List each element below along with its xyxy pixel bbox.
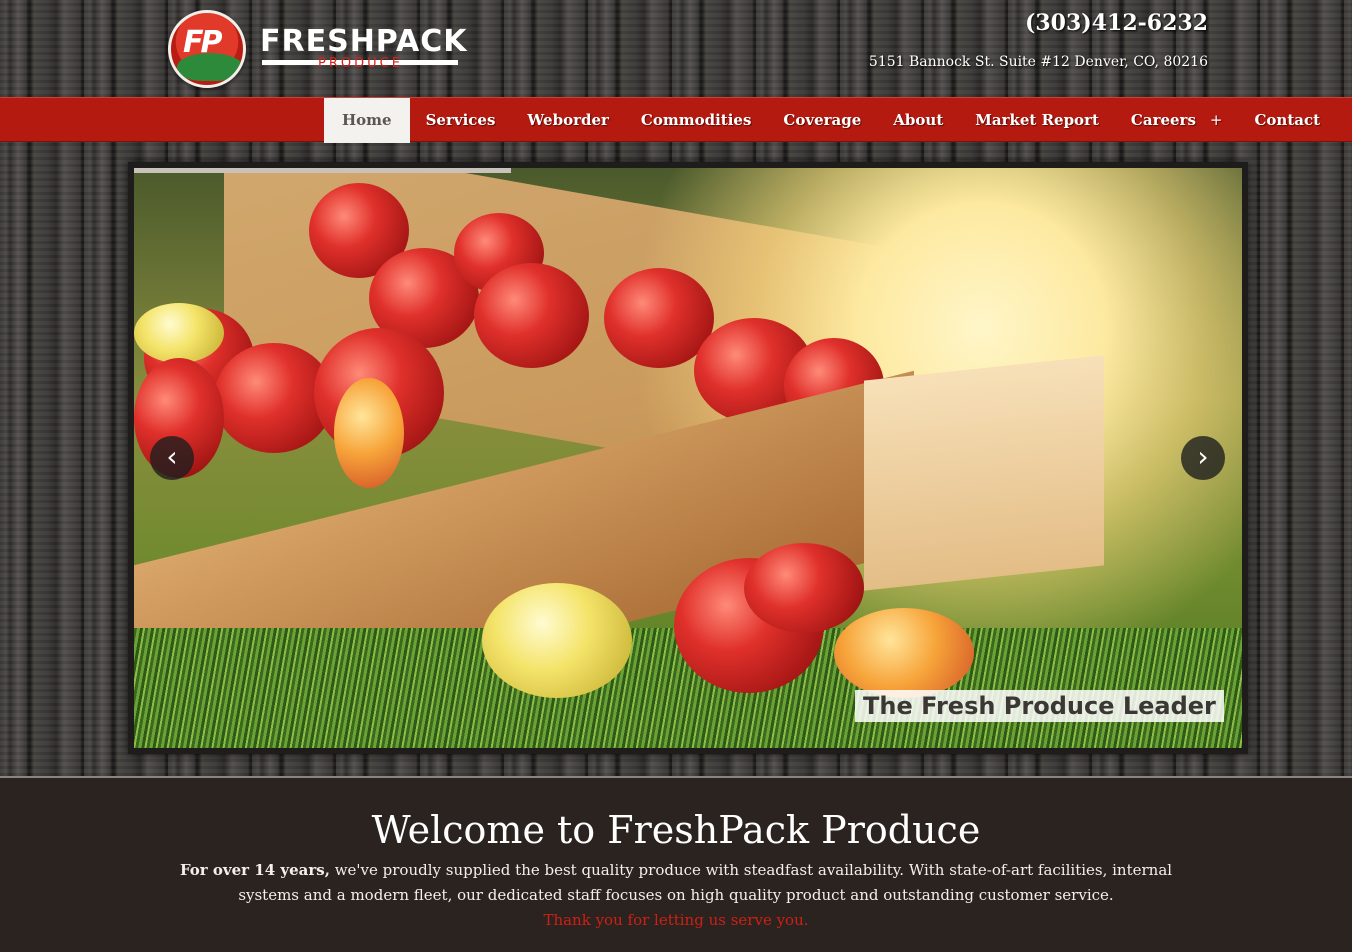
nav-item-careers-label: Careers bbox=[1130, 111, 1196, 129]
next-slide-arrow-icon[interactable]: › bbox=[1181, 436, 1225, 480]
welcome-intro-text: we've proudly supplied the best quality … bbox=[238, 861, 1173, 904]
nav-item-about[interactable]: About bbox=[877, 98, 959, 143]
welcome-section: Welcome to FreshPack Produce For over 14… bbox=[0, 776, 1352, 952]
slide-caption: The Fresh Produce Leader bbox=[855, 690, 1224, 722]
nav-item-market-report[interactable]: Market Report bbox=[959, 98, 1115, 143]
welcome-intro: For over 14 years, we've proudly supplie… bbox=[151, 858, 1201, 908]
street-address: 5151 Bannock St. Suite #12 Denver, CO, 8… bbox=[868, 54, 1208, 70]
crate-side bbox=[864, 355, 1104, 591]
prev-slide-arrow-icon[interactable]: ‹ bbox=[150, 436, 194, 480]
welcome-intro-bold: For over 14 years, bbox=[179, 861, 330, 879]
hero-slide-image bbox=[134, 168, 1242, 748]
slide-progress-bar bbox=[134, 168, 511, 173]
apple bbox=[134, 303, 224, 363]
apple bbox=[482, 583, 632, 698]
nav-item-weborder[interactable]: Weborder bbox=[511, 98, 625, 143]
site-header: FP FRESHPACK PRODUCE (303)412-6232 5151 … bbox=[0, 0, 1352, 97]
apple bbox=[744, 543, 864, 633]
logo-badge-text: FP bbox=[183, 25, 223, 60]
apple bbox=[834, 608, 974, 698]
welcome-thanks: Thank you for letting us serve you. bbox=[543, 911, 809, 929]
nav-item-contact[interactable]: Contact bbox=[1238, 98, 1336, 143]
nav-item-services[interactable]: Services bbox=[410, 98, 512, 143]
nav-item-careers[interactable]: Careers + bbox=[1115, 98, 1239, 143]
freshpack-logo[interactable]: FP FRESHPACK PRODUCE bbox=[168, 10, 468, 90]
nav-item-home[interactable]: Home bbox=[324, 98, 410, 143]
nav-item-coverage[interactable]: Coverage bbox=[767, 98, 877, 143]
apple bbox=[474, 263, 589, 368]
nav-item-commodities[interactable]: Commodities bbox=[625, 98, 768, 143]
logo-subtext: PRODUCE bbox=[318, 56, 403, 71]
logo-badge-icon: FP bbox=[168, 10, 246, 88]
logo-wordmark: FRESHPACK bbox=[260, 24, 468, 59]
apple bbox=[334, 378, 404, 488]
main-nav: Home Services Weborder Commodities Cover… bbox=[0, 97, 1352, 143]
phone-number[interactable]: (303)412-6232 bbox=[1025, 10, 1208, 36]
submenu-plus-icon[interactable]: + bbox=[1210, 111, 1223, 129]
welcome-title: Welcome to FreshPack Produce bbox=[371, 808, 981, 852]
